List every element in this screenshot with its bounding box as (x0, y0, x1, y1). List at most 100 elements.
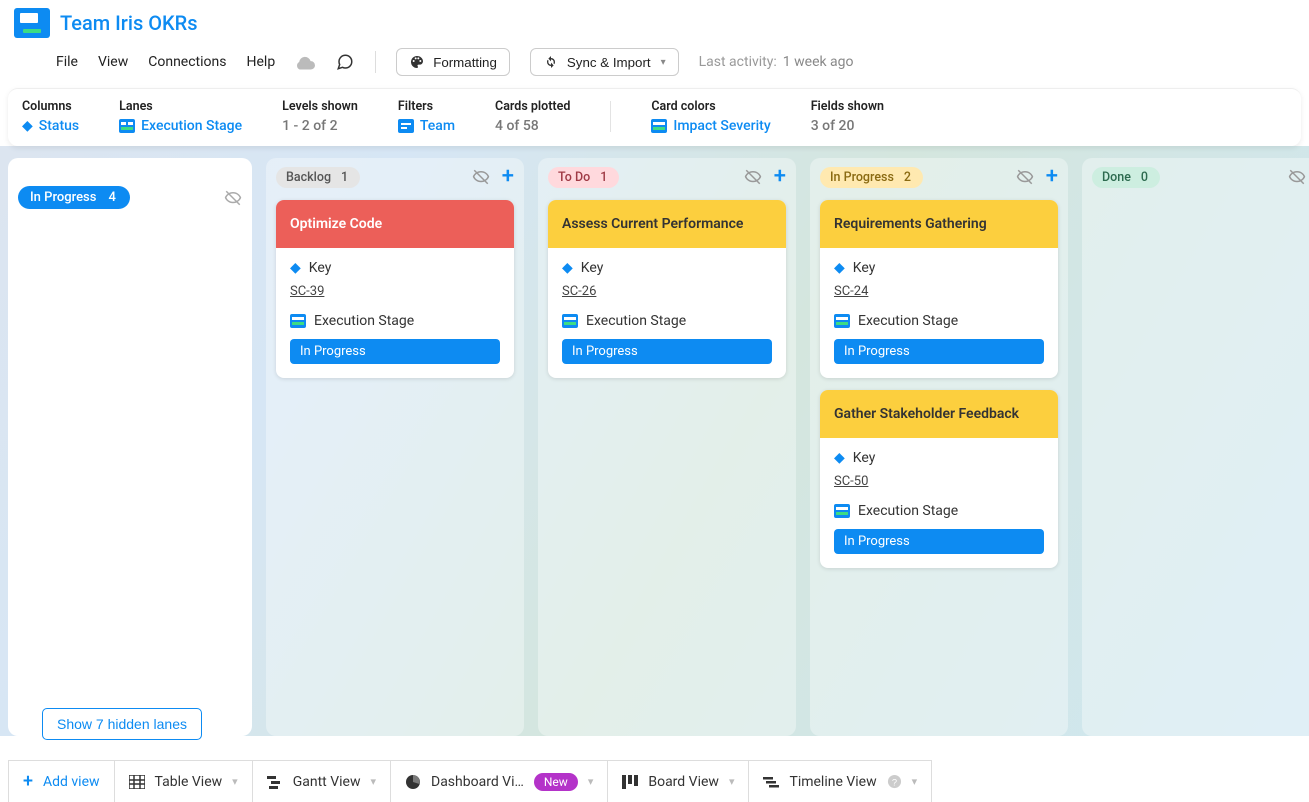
lanes-icon (119, 119, 135, 133)
add-view-tab[interactable]: + Add view (8, 760, 115, 802)
filter-value: 3 of 20 (811, 118, 855, 134)
column-todo: To Do 1 + Assess Current Performance ◆ K… (538, 158, 796, 736)
card[interactable]: Optimize Code ◆ Key SC-39 Execution Stag… (276, 200, 514, 378)
filter-value: Team (420, 118, 455, 134)
lane-header: In Progress 4 (18, 186, 242, 209)
filter-label: Card colors (651, 99, 770, 114)
column-in-progress: In Progress 2 + Requirements Gathering ◆… (810, 158, 1068, 736)
card[interactable]: Assess Current Performance ◆ Key SC-26 E… (548, 200, 786, 378)
add-card-button[interactable]: + (774, 166, 786, 188)
chevron-down-icon: ▾ (588, 775, 594, 788)
column-backlog: Backlog 1 + Optimize Code ◆ Key (266, 158, 524, 736)
key-label: Key (309, 260, 332, 276)
column-header: To Do 1 + (548, 166, 786, 188)
card-title: Gather Stakeholder Feedback (820, 390, 1058, 438)
tab-board-view[interactable]: Board View ▾ (608, 760, 749, 802)
plus-icon: + (23, 771, 33, 792)
hide-lane-icon[interactable] (224, 189, 242, 207)
card-body: ◆ Key SC-24 Execution Stage In Progress (820, 248, 1058, 378)
new-badge: New (534, 773, 578, 791)
diamond-icon: ◆ (290, 260, 301, 276)
add-card-button[interactable]: + (502, 166, 514, 188)
views-bar: + Add view Table View ▾ Gantt View ▾ Das… (8, 760, 1301, 802)
divider (375, 51, 376, 73)
diamond-icon: ◆ (22, 118, 33, 134)
diamond-icon: ◆ (834, 260, 845, 276)
column-count: 2 (904, 170, 911, 185)
card-key[interactable]: SC-24 (834, 284, 1044, 299)
chevron-down-icon: ▾ (661, 57, 666, 68)
formatting-label: Formatting (433, 55, 497, 70)
filter-icon (398, 119, 414, 133)
card[interactable]: Gather Stakeholder Feedback ◆ Key SC-50 … (820, 390, 1058, 568)
chat-icon[interactable] (335, 53, 355, 71)
topbar: Team Iris OKRs (0, 0, 1309, 42)
column-title-pill[interactable]: Done 0 (1092, 167, 1160, 188)
card[interactable]: Requirements Gathering ◆ Key SC-24 Execu… (820, 200, 1058, 378)
filter-lanes[interactable]: Lanes Execution Stage (119, 99, 242, 134)
key-label: Key (581, 260, 604, 276)
menu-connections[interactable]: Connections (148, 54, 226, 70)
filter-levels[interactable]: Levels shown 1 - 2 of 2 (282, 99, 358, 134)
stage-badge: In Progress (290, 339, 500, 364)
tab-dashboard-view[interactable]: Dashboard Vi… New ▾ (391, 760, 608, 802)
filter-fields[interactable]: Fields shown 3 of 20 (811, 99, 884, 134)
card-body: ◆ Key SC-39 Execution Stage In Progress (276, 248, 514, 378)
chevron-down-icon: ▾ (729, 775, 735, 788)
tab-label: Timeline View (789, 774, 876, 790)
menu-help[interactable]: Help (247, 54, 276, 70)
hide-column-icon[interactable] (744, 168, 762, 186)
tab-gantt-view[interactable]: Gantt View ▾ (253, 760, 391, 802)
filter-colors[interactable]: Card colors Impact Severity (651, 99, 770, 134)
filter-value: Status (39, 118, 79, 134)
page-title[interactable]: Team Iris OKRs (60, 11, 198, 35)
lane-pill[interactable]: In Progress 4 (18, 186, 130, 209)
menu-file[interactable]: File (56, 54, 78, 70)
activity-label: Last activity: (699, 54, 777, 70)
stage-icon (562, 314, 578, 328)
card-key[interactable]: SC-50 (834, 474, 1044, 489)
cloud-icon[interactable] (295, 54, 315, 70)
board-wrap: In Progress 4 Backlog 1 + (0, 146, 1309, 736)
sync-button[interactable]: Sync & Import ▾ (530, 48, 679, 76)
last-activity: Last activity: 1 week ago (699, 54, 854, 70)
filter-cards[interactable]: Cards plotted 4 of 58 (495, 99, 570, 134)
hide-column-icon[interactable] (1016, 168, 1034, 186)
tab-table-view[interactable]: Table View ▾ (115, 760, 253, 802)
filter-value: 1 - 2 of 2 (282, 118, 337, 134)
help-icon: ? (887, 774, 902, 789)
tab-label: Gantt View (293, 774, 361, 790)
column-count: 1 (341, 170, 348, 185)
card-body: ◆ Key SC-50 Execution Stage In Progress (820, 438, 1058, 568)
chevron-down-icon: ▾ (232, 775, 238, 788)
svg-text:?: ? (892, 777, 897, 787)
gantt-icon (267, 775, 283, 789)
menu-view[interactable]: View (98, 54, 128, 70)
card-title: Requirements Gathering (820, 200, 1058, 248)
card-key[interactable]: SC-26 (562, 284, 772, 299)
show-hidden-lanes-button[interactable]: Show 7 hidden lanes (42, 708, 202, 740)
pie-icon (405, 774, 421, 790)
filter-filters[interactable]: Filters Team (398, 99, 455, 134)
column-title-pill[interactable]: To Do 1 (548, 167, 619, 188)
column-title-pill[interactable]: Backlog 1 (276, 167, 360, 188)
key-label: Key (853, 450, 876, 466)
column-title-pill[interactable]: In Progress 2 (820, 167, 923, 188)
stage-label: Execution Stage (858, 313, 958, 329)
chevron-down-icon: ▾ (912, 775, 918, 788)
filter-value: 4 of 58 (495, 118, 539, 134)
stage-label: Execution Stage (586, 313, 686, 329)
tab-timeline-view[interactable]: Timeline View ? ▾ (749, 760, 932, 802)
filter-label: Fields shown (811, 99, 884, 114)
column-count: 1 (600, 170, 607, 185)
stage-badge: In Progress (834, 529, 1044, 554)
tab-label: Board View (648, 774, 719, 790)
card-key[interactable]: SC-39 (290, 284, 500, 299)
hide-column-icon[interactable] (1288, 168, 1306, 186)
add-card-button[interactable]: + (1046, 166, 1058, 188)
app-logo[interactable] (14, 8, 50, 38)
stage-label: Execution Stage (314, 313, 414, 329)
formatting-button[interactable]: Formatting (396, 48, 510, 76)
hide-column-icon[interactable] (472, 168, 490, 186)
filter-columns[interactable]: Columns ◆ Status (22, 99, 79, 134)
